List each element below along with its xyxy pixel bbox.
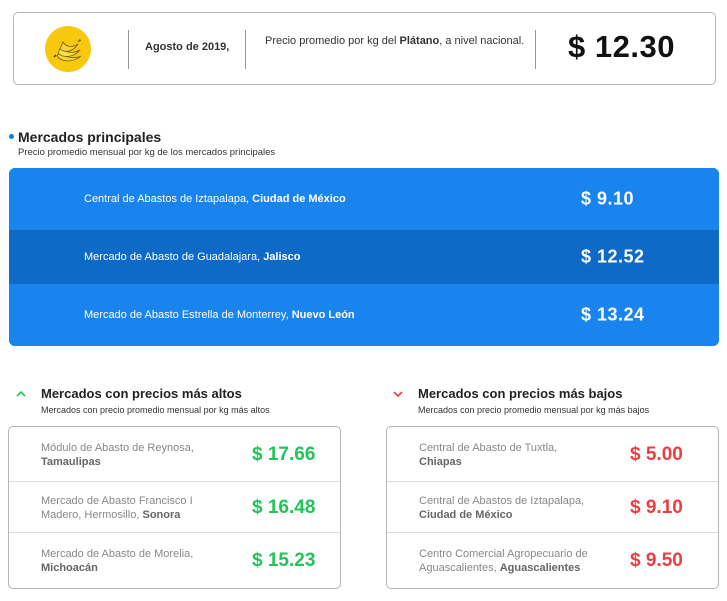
chevron-down-icon — [393, 391, 403, 398]
desc-suffix: , a nivel nacional. — [439, 35, 525, 47]
main-markets-subtitle: Precio promedio mensual por kg de los me… — [18, 147, 276, 158]
chevron-up-icon — [16, 390, 26, 397]
low-markets-subtitle: Mercados con precio promedio mensual por… — [418, 405, 650, 415]
market-region: Jalisco — [263, 251, 301, 263]
market-name: Central de Abastos de Iztapalapa, Ciudad… — [419, 494, 599, 522]
header-divider — [128, 30, 129, 69]
header-divider — [535, 30, 536, 69]
market-price: $ 9.10 — [581, 188, 635, 209]
market-label: Central de Abastos de Iztapalapa, — [84, 193, 253, 205]
main-market-row: Central de Abastos de Iztapalapa, Ciudad… — [9, 168, 719, 230]
market-label: Central de Abasto de Tuxtla, — [419, 441, 558, 454]
market-name: Centro Comercial Agropecuario de Aguasca… — [419, 547, 599, 575]
market-price: $ 12.52 — [581, 246, 645, 267]
high-market-row: Mercado de Abasto de Morelia, Michoacán … — [9, 533, 340, 588]
banana-icon — [45, 26, 91, 72]
market-name: Módulo de Abasto de Reynosa, Tamaulipas — [41, 441, 221, 469]
summary-card: Agosto de 2019, Precio promedio por kg d… — [13, 12, 716, 85]
market-region: Chiapas — [419, 455, 462, 468]
market-region: Ciudad de México — [252, 193, 346, 205]
market-price: $ 9.10 — [630, 496, 683, 518]
market-price: $ 17.66 — [252, 443, 316, 465]
high-markets-title: Mercados con precios más altos — [41, 386, 242, 401]
market-region: Sonora — [142, 508, 181, 521]
market-label: Mercado de Abasto de Guadalajara, — [84, 251, 264, 263]
market-region: Ciudad de México — [419, 508, 513, 521]
market-name: Mercado de Abasto de Guadalajara, Jalisc… — [84, 251, 301, 263]
low-market-row: Central de Abastos de Iztapalapa, Ciudad… — [387, 482, 718, 533]
report-date: Agosto de 2019, — [145, 41, 230, 53]
market-name: Mercado de Abasto de Morelia, Michoacán — [41, 547, 221, 575]
market-label: Mercado de Abasto Estrella de Monterrey, — [84, 309, 292, 321]
national-price: $ 12.30 — [568, 29, 675, 64]
market-price: $ 9.50 — [630, 549, 683, 571]
market-region: Aguascalientes — [499, 561, 581, 574]
market-price: $ 15.23 — [252, 549, 316, 571]
main-markets-title: Mercados principales — [18, 129, 162, 145]
high-market-row: Módulo de Abasto de Reynosa, Tamaulipas … — [9, 427, 340, 482]
market-name: Central de Abastos de Iztapalapa, Ciudad… — [84, 193, 346, 205]
header-divider — [245, 30, 246, 69]
market-region: Nuevo León — [291, 309, 355, 321]
price-description: Precio promedio por kg del Plátano, a ni… — [265, 35, 525, 48]
high-markets-card: Módulo de Abasto de Reynosa, Tamaulipas … — [8, 426, 341, 589]
low-markets-card: Central de Abasto de Tuxtla, Chiapas $ 5… — [386, 426, 719, 589]
market-price: $ 16.48 — [252, 496, 316, 518]
desc-prefix: Precio promedio por kg del — [265, 35, 400, 47]
low-market-row: Centro Comercial Agropecuario de Aguasca… — [387, 533, 718, 588]
market-label: Central de Abastos de Iztapalapa, — [419, 494, 585, 507]
market-label: Módulo de Abasto de Reynosa, — [41, 441, 194, 454]
bullet-dot-icon — [9, 134, 14, 139]
high-markets-subtitle: Mercados con precio promedio mensual por… — [41, 405, 270, 415]
low-market-row: Central de Abasto de Tuxtla, Chiapas $ 5… — [387, 427, 718, 482]
market-name: Mercado de Abasto Estrella de Monterrey,… — [84, 309, 355, 321]
market-region: Tamaulipas — [41, 455, 101, 468]
market-price: $ 5.00 — [630, 443, 683, 465]
main-markets-card: Central de Abastos de Iztapalapa, Ciudad… — [9, 168, 719, 346]
product-name: Plátano — [399, 35, 440, 47]
main-market-row: Mercado de Abasto Estrella de Monterrey,… — [9, 284, 719, 346]
market-name: Central de Abasto de Tuxtla, Chiapas — [419, 441, 599, 469]
market-name: Mercado de Abasto Francisco I Madero, He… — [41, 494, 221, 522]
low-markets-title: Mercados con precios más bajos — [418, 386, 623, 401]
market-label: Mercado de Abasto de Morelia, — [41, 547, 194, 560]
market-region: Michoacán — [41, 561, 98, 574]
main-market-row: Mercado de Abasto de Guadalajara, Jalisc… — [9, 230, 719, 284]
high-market-row: Mercado de Abasto Francisco I Madero, He… — [9, 482, 340, 533]
market-price: $ 13.24 — [581, 304, 645, 325]
